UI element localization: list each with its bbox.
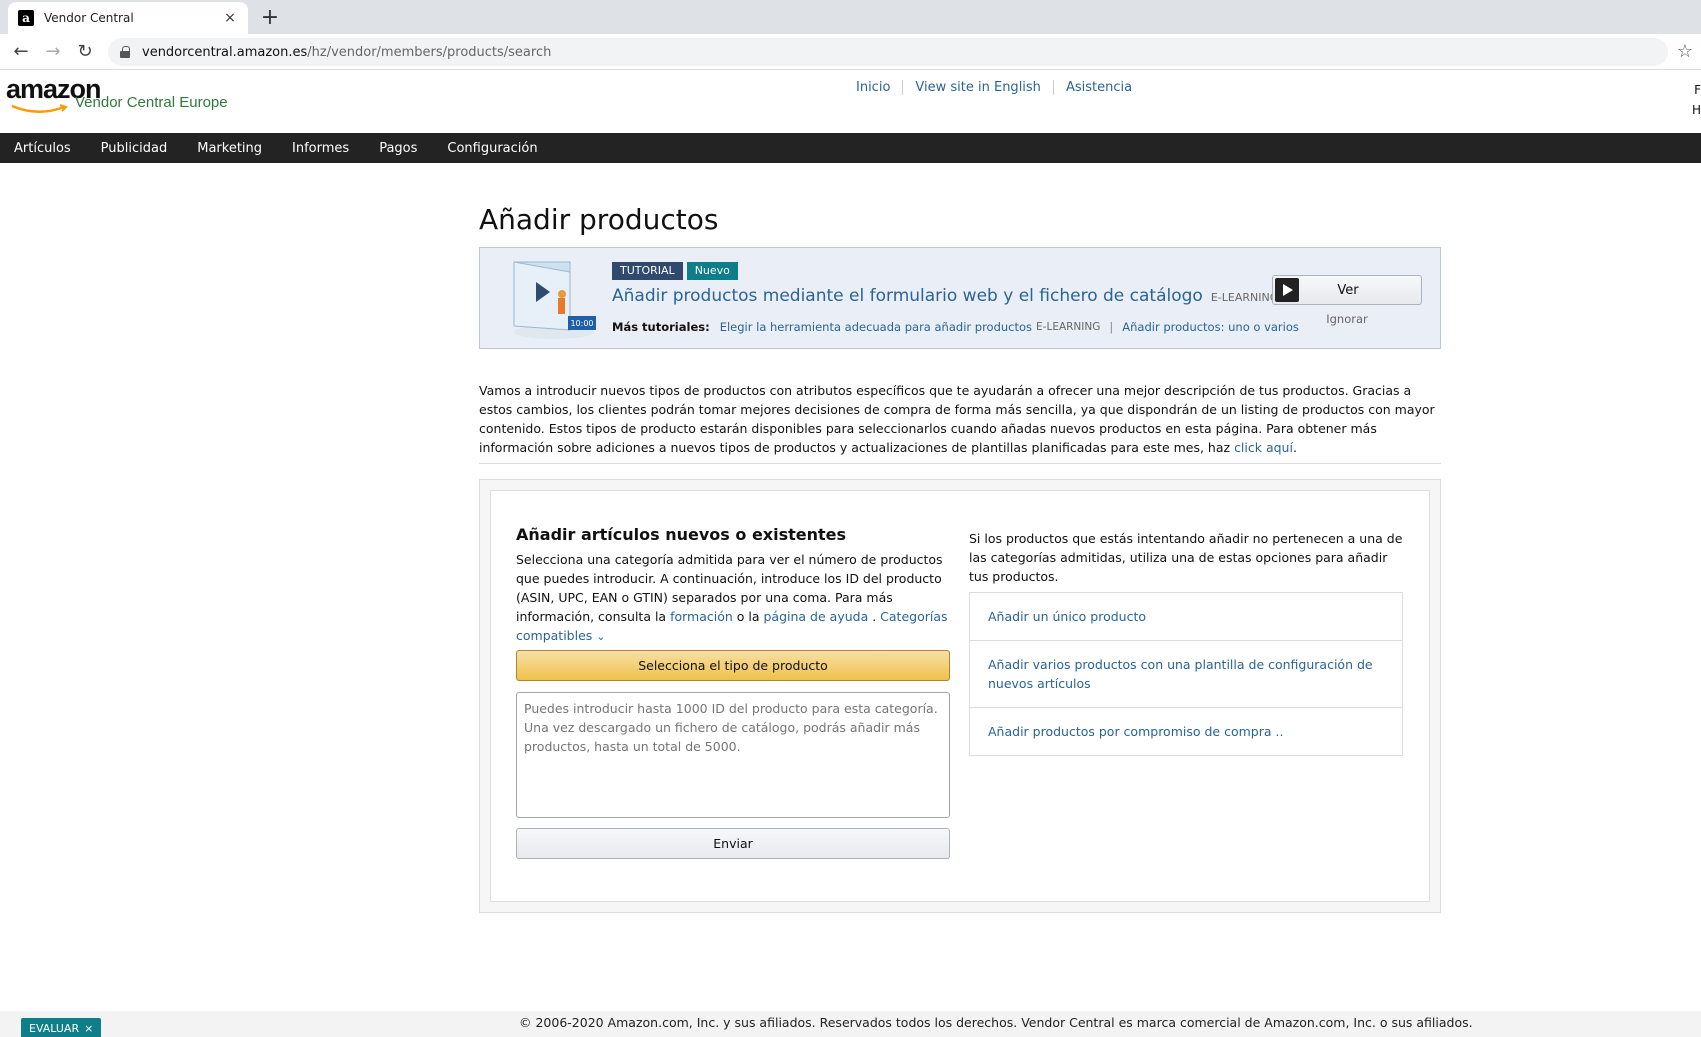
tab-close-icon[interactable]: × <box>222 10 238 26</box>
bookmark-star-icon[interactable]: ☆ <box>1677 41 1693 62</box>
page-footer: EVALUAR × © 2006-2020 Amazon.com, Inc. y… <box>0 1011 1701 1037</box>
page-title: Añadir productos <box>479 203 719 236</box>
nav-configuracion[interactable]: Configuración <box>432 141 552 156</box>
evaluate-label: EVALUAR <box>29 1021 80 1035</box>
link-asistencia[interactable]: Asistencia <box>1052 80 1144 95</box>
intro-end: . <box>1292 440 1297 455</box>
training-link[interactable]: formación <box>670 609 733 624</box>
tutorial-title-row: Añadir productos mediante el formulario … <box>612 286 1278 306</box>
nav-marketing[interactable]: Marketing <box>182 141 277 156</box>
forward-icon[interactable]: → <box>42 41 64 63</box>
select-product-type-button[interactable]: Selecciona el tipo de producto <box>516 650 950 681</box>
add-products-card: Añadir artículos nuevos o existentes Sel… <box>490 490 1430 902</box>
vendor-central-europe-label: Vendor Central Europe <box>75 94 228 111</box>
video-thumbnail-icon[interactable]: 10:00 <box>510 258 598 340</box>
nav-pagos[interactable]: Pagos <box>364 141 432 156</box>
url-host: vendorcentral.amazon.es <box>142 44 308 60</box>
tutorial-link-choose-tool[interactable]: Elegir la herramienta adecuada para añad… <box>720 320 1032 334</box>
amazon-favicon-icon: a <box>18 10 34 26</box>
amazon-smile-icon <box>11 104 68 113</box>
site-header: amazon Vendor Central Europe Inicio View… <box>0 70 1701 133</box>
close-icon[interactable]: × <box>84 1022 93 1035</box>
product-ids-input[interactable] <box>516 692 950 818</box>
more-tutorials-label: Más tutoriales: <box>612 320 710 334</box>
video-duration: 10:00 <box>570 319 593 328</box>
evaluate-button[interactable]: EVALUAR × <box>21 1018 102 1037</box>
ignore-link[interactable]: Ignorar <box>1272 312 1422 326</box>
option-add-single-product[interactable]: Añadir un único producto <box>970 593 1402 640</box>
option-add-by-purchase-commitment[interactable]: Añadir productos por compromiso de compr… <box>970 707 1402 755</box>
tutorial-badge: TUTORIAL <box>612 262 683 280</box>
help-page-link[interactable]: página de ayuda <box>764 609 869 624</box>
watch-button-label: Ver <box>1337 282 1359 298</box>
submit-button[interactable]: Enviar <box>516 828 950 859</box>
link-inicio[interactable]: Inicio <box>850 80 902 95</box>
tutorial-banner: 10:00 TUTORIAL Nuevo Añadir productos me… <box>479 247 1441 349</box>
tutorial-badges: TUTORIAL Nuevo <box>612 262 738 280</box>
new-badge: Nuevo <box>686 262 738 280</box>
back-icon[interactable]: ← <box>10 41 32 63</box>
edge-line-2: H <box>1691 103 1701 117</box>
other-options-description: Si los productos que estás intentando añ… <box>969 531 1403 584</box>
url-bar[interactable]: vendorcentral.amazon.es/hz/vendor/member… <box>108 38 1668 66</box>
lock-icon <box>120 46 130 58</box>
chevron-down-icon[interactable]: ⌄ <box>596 630 605 643</box>
intro-paragraph: Vamos a introducir nuevos tipos de produ… <box>479 381 1441 464</box>
click-here-link[interactable]: click aquí <box>1234 440 1293 455</box>
tutorial-title-link[interactable]: Añadir productos mediante el formulario … <box>612 286 1203 306</box>
tab-title: Vendor Central <box>44 11 134 25</box>
separator: | <box>1109 320 1114 334</box>
play-icon <box>1275 278 1299 302</box>
more-tutorials-row: Más tutoriales: Elegir la herramienta ad… <box>612 320 1299 334</box>
copyright-text: © 2006-2020 Amazon.com, Inc. y sus afili… <box>519 1015 1473 1030</box>
edge-line-1: F <box>1694 83 1701 97</box>
nav-informes[interactable]: Informes <box>277 141 364 156</box>
add-items-description: Selecciona una categoría admitida para v… <box>516 550 950 646</box>
browser-tabbar: a Vendor Central × + <box>0 0 1701 34</box>
new-tab-icon[interactable]: + <box>258 5 282 30</box>
other-options-section: Si los productos que estás intentando añ… <box>969 529 1403 756</box>
browser-tab[interactable]: a Vendor Central × <box>8 2 248 34</box>
main-nav: Artículos Publicidad Marketing Informes … <box>0 133 1701 163</box>
url-path: /hz/vendor/members/products/search <box>307 44 552 60</box>
tutorial-title-tag: E-LEARNING <box>1210 291 1279 304</box>
add-products-panel: Añadir artículos nuevos o existentes Sel… <box>479 479 1441 913</box>
desc-part-3: . <box>868 609 881 624</box>
options-list: Añadir un único producto Añadir varios p… <box>969 592 1403 756</box>
tutorial-link-tag: E-LEARNING <box>1036 321 1101 333</box>
add-items-section: Añadir artículos nuevos o existentes Sel… <box>516 525 950 859</box>
header-edge-text: F H <box>1692 80 1701 120</box>
browser-toolbar: ← → ↻ vendorcentral.amazon.es/hz/vendor/… <box>0 34 1701 70</box>
link-view-english[interactable]: View site in English <box>902 80 1053 95</box>
nav-publicidad[interactable]: Publicidad <box>86 141 183 156</box>
nav-articulos[interactable]: Artículos <box>0 141 86 156</box>
desc-part-2: o la <box>732 609 764 624</box>
option-add-with-template[interactable]: Añadir varios productos con una plantill… <box>970 640 1402 707</box>
watch-button[interactable]: Ver <box>1272 275 1422 305</box>
reload-icon[interactable]: ↻ <box>74 41 96 63</box>
add-items-title: Añadir artículos nuevos o existentes <box>516 525 847 544</box>
header-links: Inicio View site in English Asistencia <box>850 80 1144 95</box>
